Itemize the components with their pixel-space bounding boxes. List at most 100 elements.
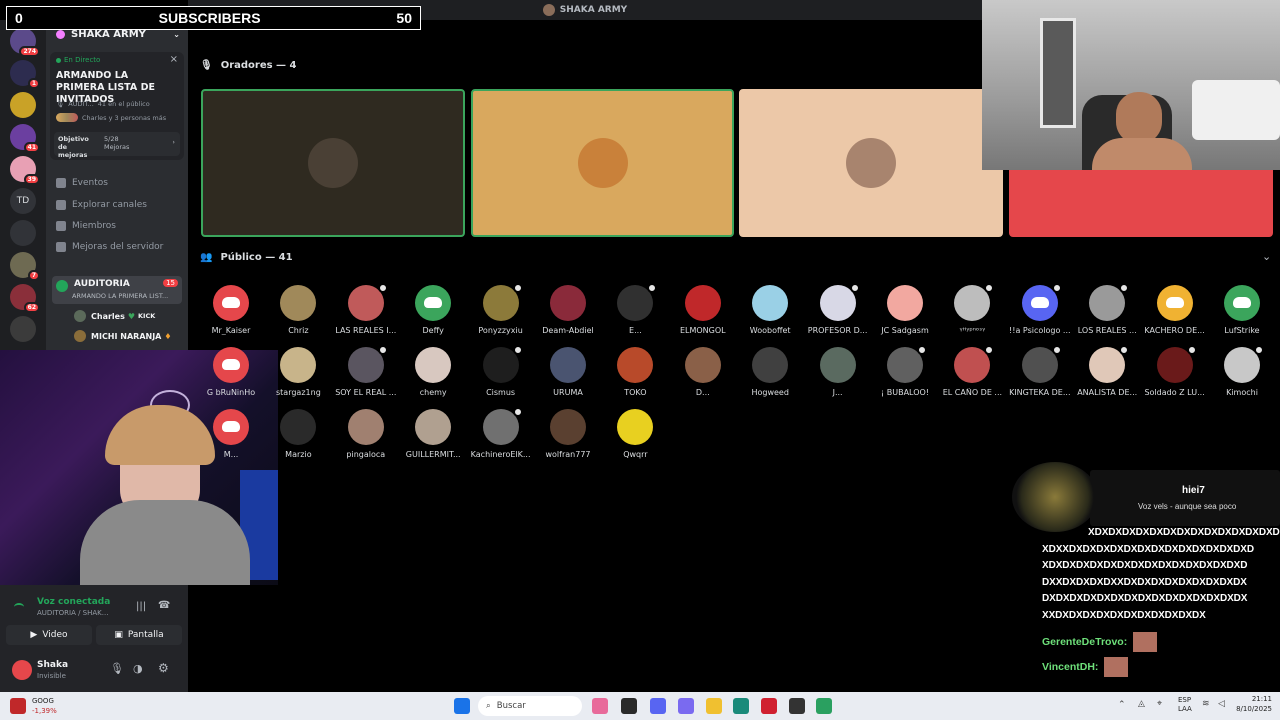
audience-member[interactable]: ANALISTA DE...: [1073, 345, 1141, 397]
audience-member[interactable]: Qwqrr: [601, 409, 669, 459]
search-box[interactable]: ⌕ Buscar: [478, 696, 582, 716]
audience-name: TOKO: [624, 388, 647, 397]
gear-icon[interactable]: ⚙: [158, 661, 169, 675]
chevron-up-icon[interactable]: ⌃: [1118, 700, 1126, 710]
audience-member[interactable]: Chriz: [264, 285, 332, 335]
start-icon[interactable]: [454, 698, 470, 714]
app-icon[interactable]: [761, 698, 777, 714]
audience-member[interactable]: Marzio: [264, 409, 332, 459]
audience-member[interactable]: ᵞᴴʸᵖⁿᵒˢᵞ: [938, 283, 1006, 335]
speaker-tile[interactable]: [201, 89, 465, 237]
server-icon[interactable]: 39: [10, 156, 40, 185]
audience-member[interactable]: Ponyzzyxiu: [467, 283, 535, 335]
lang-top[interactable]: ESP: [1178, 696, 1191, 704]
file-explorer-icon[interactable]: [706, 698, 722, 714]
audience-member[interactable]: KachineroElK...: [467, 407, 535, 459]
audience-member[interactable]: Soldado Z LU...: [1141, 345, 1209, 397]
audience-member[interactable]: Kimochi: [1208, 345, 1276, 397]
audience-member[interactable]: stargaz1ng: [264, 347, 332, 397]
volume-icon[interactable]: ◁: [1218, 699, 1225, 709]
audience-member[interactable]: Cismus: [467, 345, 535, 397]
audience-member[interactable]: !!a Psicologo ...: [1006, 283, 1074, 335]
audience-member[interactable]: pingaloca: [332, 409, 400, 459]
edge-icon[interactable]: [733, 698, 749, 714]
audience-member[interactable]: SOY EL REAL ...: [332, 345, 400, 397]
widget-icon[interactable]: [592, 698, 608, 714]
boost-goal[interactable]: Objetivo de mejoras 5/28 Mejoras ›: [54, 132, 180, 159]
user-avatar[interactable]: [12, 660, 32, 680]
audience-member[interactable]: PROFESOR D...: [804, 283, 872, 335]
obs-icon[interactable]: [789, 698, 805, 714]
audience-member[interactable]: LufStrike: [1208, 285, 1276, 335]
server-icon[interactable]: 62: [10, 284, 40, 313]
audience-member[interactable]: Deffy: [399, 285, 467, 335]
voice-status[interactable]: Voz conectada: [37, 597, 110, 607]
audience-member[interactable]: Deam-Abdiel: [534, 285, 602, 335]
audience-member[interactable]: chemy: [399, 347, 467, 397]
clock[interactable]: 21:11: [1252, 695, 1272, 703]
avatar: [1224, 345, 1264, 383]
close-icon[interactable]: ×: [170, 54, 178, 65]
audience-member[interactable]: ELMONGOL: [669, 285, 737, 335]
audience-member[interactable]: M...: [197, 409, 265, 459]
discord-icon[interactable]: [650, 698, 666, 714]
audience-member[interactable]: wolfran777: [534, 409, 602, 459]
server-icon[interactable]: 274: [10, 28, 40, 57]
server-icon[interactable]: 7: [10, 252, 40, 281]
audience-member[interactable]: TOKO: [601, 347, 669, 397]
stage-channel[interactable]: AUDITORIA 15 ARMANDO LA PRIMERA LIST...: [52, 276, 182, 304]
audience-member[interactable]: Hogweed: [736, 347, 804, 397]
disconnect-icon[interactable]: ☎: [158, 600, 170, 611]
audience-name: Cismus: [486, 388, 516, 397]
video-button[interactable]: ▶ Video: [6, 625, 92, 645]
avatar: [482, 407, 523, 445]
audience-member[interactable]: Wooboffet: [736, 285, 804, 335]
audience-member[interactable]: JC Sadgasm: [871, 285, 939, 335]
noise-suppression-icon[interactable]: |||: [136, 601, 146, 612]
live-event-card[interactable]: En Directo × ARMANDO LA PRIMERA LISTA DE…: [50, 52, 184, 160]
stage-channel-icon: [56, 280, 68, 292]
audience-name: LOS REALES ...: [1077, 326, 1137, 335]
server-icon[interactable]: 41: [10, 124, 40, 153]
speaker-tile[interactable]: [739, 89, 1003, 237]
voice-member[interactable]: Charles ♥ KICK: [74, 310, 180, 322]
server-icon[interactable]: TD: [10, 188, 36, 214]
headphones-icon[interactable]: ◑: [133, 662, 143, 675]
server-icon[interactable]: [10, 220, 36, 246]
audience-member[interactable]: URUMA: [534, 347, 602, 397]
audience-member[interactable]: LAS REALES I...: [332, 283, 400, 335]
sidebar-item-members[interactable]: Miembros: [56, 221, 180, 231]
audience-member[interactable]: J...: [804, 347, 872, 397]
task-view-icon[interactable]: [621, 698, 637, 714]
audience-member[interactable]: KINGTEKA DE...: [1006, 345, 1074, 397]
voice-member[interactable]: MICHI NARANJA ♦: [74, 330, 180, 342]
server-icon[interactable]: [10, 316, 36, 342]
audience-member[interactable]: ¡ BUBALOO!: [871, 345, 939, 397]
sidebar-item-boosts[interactable]: Mejoras del servidor: [56, 242, 180, 252]
location-icon[interactable]: ⌖: [1157, 699, 1162, 709]
server-icon[interactable]: [10, 92, 36, 118]
stock-widget-icon[interactable]: [10, 698, 26, 714]
screen-share-button[interactable]: ▣ Pantalla: [96, 625, 182, 645]
sidebar-item-browse[interactable]: Explorar canales: [56, 200, 180, 210]
network-icon[interactable]: ◬: [1138, 699, 1145, 709]
audience-member[interactable]: GUILLERMIT...: [399, 409, 467, 459]
audience-member[interactable]: E...: [601, 283, 669, 335]
microphone-icon[interactable]: 🎙: [110, 662, 124, 675]
notepad-icon[interactable]: [816, 698, 832, 714]
audience-member[interactable]: D...: [669, 347, 737, 397]
audience-member[interactable]: Mr_Kaiser: [197, 285, 265, 335]
sidebar-item-events[interactable]: Eventos: [56, 178, 180, 188]
server-icon[interactable]: 1: [10, 60, 40, 89]
audience-name: EL CAÑO DE ...: [942, 388, 1003, 397]
avatar: [280, 347, 317, 383]
server-header[interactable]: SHAKA ARMY ⌄: [56, 29, 180, 40]
audience-member[interactable]: EL CAÑO DE ...: [938, 345, 1006, 397]
audience-member[interactable]: G bRuNinHo: [197, 347, 265, 397]
audience-member[interactable]: KACHERO DE...: [1141, 285, 1209, 335]
speaker-tile[interactable]: [471, 89, 734, 237]
chevron-down-icon[interactable]: ⌄: [1262, 250, 1271, 263]
wifi-icon[interactable]: ≋: [1202, 699, 1210, 709]
copilot-icon[interactable]: [678, 698, 694, 714]
audience-member[interactable]: LOS REALES ...: [1073, 283, 1141, 335]
